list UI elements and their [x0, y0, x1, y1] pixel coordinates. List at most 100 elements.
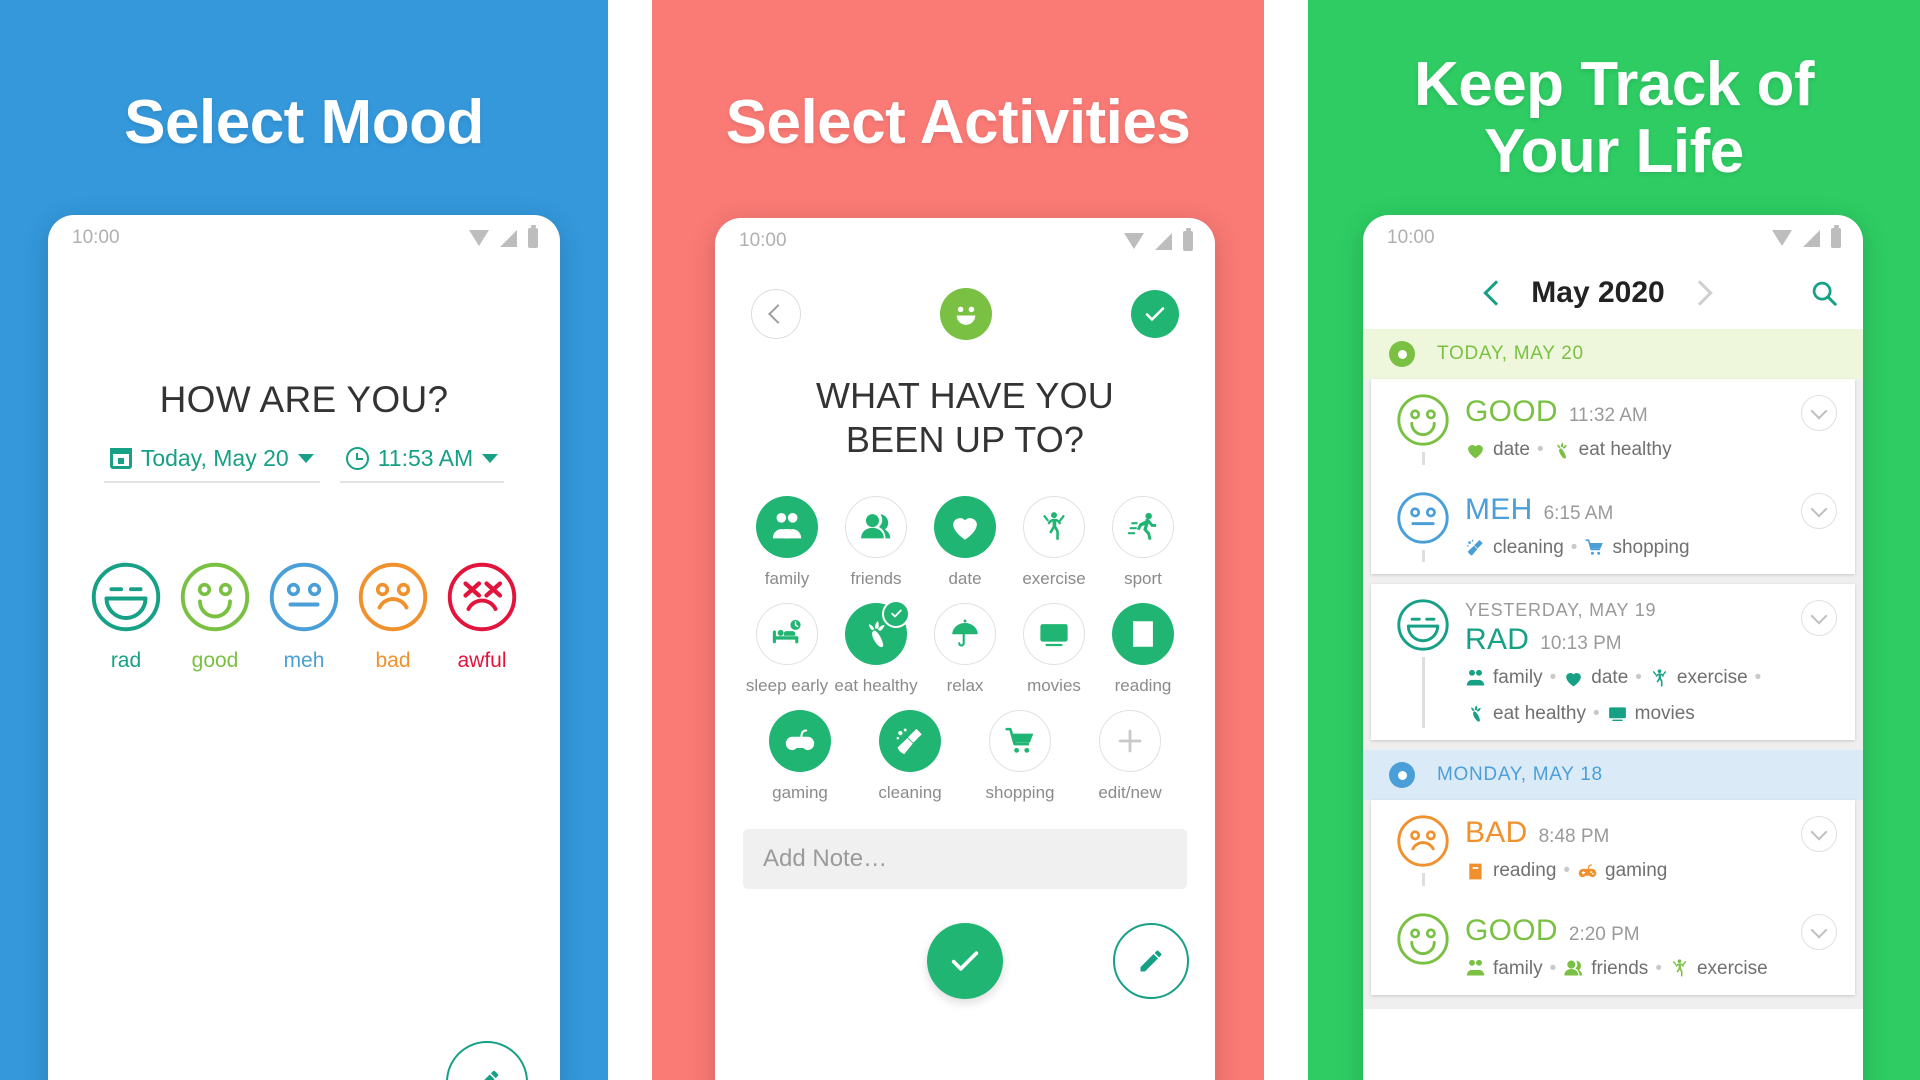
activity-exercise[interactable]: exercise — [1012, 495, 1096, 589]
wifi-icon — [1124, 233, 1144, 249]
panel-title-line: Keep Track of — [1413, 50, 1815, 119]
date-picker[interactable]: Today, May 20 — [103, 445, 320, 483]
panel-title-keep-track: Keep Track of Your Life — [1308, 50, 1920, 186]
activity-label: eat healthy — [834, 675, 918, 695]
timeline-connector — [1421, 873, 1425, 886]
panel-title-line: Your Life — [1484, 116, 1744, 186]
activity-bubble — [845, 495, 907, 558]
activity-label: sport — [1124, 568, 1162, 588]
mood-option-label: rad — [110, 649, 142, 672]
datetime-pickers: Today, May 20 11:53 AM — [74, 445, 534, 483]
entry-tag-label: date — [1591, 667, 1629, 688]
activity-family[interactable]: family — [745, 495, 829, 589]
tag-separator: • — [1635, 667, 1642, 688]
entry-tags: family • date • exercise • eat healthy • — [1465, 664, 1837, 728]
activity-label: family — [764, 568, 810, 588]
entry-expand-button[interactable] — [1801, 600, 1837, 636]
time-picker[interactable]: 11:53 AM — [339, 445, 505, 483]
edit-fab-button[interactable] — [446, 1041, 528, 1080]
timeline-entry[interactable]: YESTERDAY, MAY 19 RAD 10:13 PM family • … — [1371, 584, 1855, 740]
tag-separator: • — [1655, 957, 1662, 979]
activity-bubble — [989, 709, 1051, 772]
timeline-entry[interactable]: BAD 8:48 PM reading • gaming — [1371, 800, 1855, 898]
mood-option-good[interactable]: good — [173, 561, 257, 673]
mood-option-awful[interactable]: awful — [440, 561, 524, 673]
tag-separator: • — [1754, 667, 1762, 688]
entry-tag-label: gaming — [1605, 860, 1668, 881]
bed-clock-icon — [772, 619, 801, 644]
activity-label: exercise — [1022, 568, 1086, 588]
timeline-entry[interactable]: MEH 6:15 AM cleaning • shopping — [1371, 477, 1855, 575]
signal-icon — [500, 229, 517, 247]
save-fab-button[interactable] — [927, 922, 1003, 999]
chevron-left-icon[interactable] — [1483, 280, 1510, 306]
note-input[interactable]: Add Note… — [743, 828, 1187, 889]
back-button[interactable] — [751, 289, 801, 339]
search-icon[interactable] — [1809, 278, 1839, 308]
selected-mood-chip[interactable] — [940, 288, 992, 340]
activity-sport[interactable]: sport — [1101, 495, 1185, 589]
meh-face — [268, 561, 340, 633]
phone-mockup-mood: 10:00 HOW ARE YOU? Today, May 20 11:53 A… — [48, 215, 560, 1080]
chevron-down-icon — [1810, 500, 1828, 517]
activity-relax[interactable]: relax — [923, 602, 1007, 696]
selected-check-badge — [882, 599, 910, 628]
entry-time: 11:32 AM — [1568, 405, 1648, 426]
activity-cleaning[interactable]: cleaning — [868, 709, 952, 803]
activity-label: reading — [1114, 675, 1172, 695]
mood-option-label: awful — [457, 649, 507, 672]
activity-edit-new[interactable]: edit/new — [1088, 709, 1172, 803]
chevron-down-icon — [1810, 921, 1828, 938]
entry-tag: date — [1465, 436, 1530, 465]
timeline-entry[interactable]: GOOD 2:20 PM family • friends • exercise — [1371, 898, 1855, 996]
mood-selector: rad good meh bad awful — [74, 561, 534, 673]
activity-label: shopping — [985, 782, 1055, 802]
panel-title-select-activities: Select Activities — [725, 88, 1191, 157]
timeline-entry[interactable]: GOOD 11:32 AM date • eat healthy — [1371, 379, 1855, 477]
mood-option-meh[interactable]: meh — [262, 561, 346, 673]
edit-fab-button[interactable] — [1113, 922, 1189, 999]
activity-date[interactable]: date — [923, 495, 1007, 589]
tag-separator: • — [1563, 860, 1571, 881]
mood-option-label: bad — [375, 649, 411, 672]
activity-reading[interactable]: reading — [1101, 602, 1185, 696]
mood-option-rad[interactable]: rad — [84, 561, 168, 673]
exercise-icon — [1652, 669, 1666, 687]
activity-sleep-early[interactable]: sleep early — [745, 602, 829, 696]
entry-tag: friends — [1563, 955, 1648, 984]
day-dot-icon — [1389, 341, 1415, 367]
entry-face-column — [1393, 912, 1453, 984]
mood-option-bad[interactable]: bad — [351, 561, 435, 673]
day-dot-icon — [1389, 762, 1415, 788]
activity-shopping[interactable]: shopping — [978, 709, 1062, 803]
gamepad-icon — [785, 729, 815, 750]
entry-time: 6:15 AM — [1543, 502, 1614, 524]
activity-friends[interactable]: friends — [834, 495, 918, 589]
timeline-connector — [1421, 657, 1425, 728]
good-face-icon — [180, 562, 250, 632]
entry-expand-button[interactable] — [1801, 816, 1837, 852]
activity-grid: family friends date exercise sport sleep… — [715, 495, 1215, 803]
activity-eat-healthy[interactable]: eat healthy — [834, 599, 918, 696]
confirm-button[interactable] — [1131, 290, 1179, 338]
activities-action-row — [715, 922, 1215, 999]
cart-icon — [1585, 539, 1604, 556]
entry-time: 2:20 PM — [1568, 923, 1640, 945]
entry-tag: eat healthy — [1551, 436, 1672, 465]
page-title: WHAT HAVE YOU BEEN UP TO? — [715, 374, 1215, 462]
entry-expand-button[interactable] — [1801, 492, 1837, 529]
activity-gaming[interactable]: gaming — [758, 709, 842, 803]
rad-face-icon — [91, 562, 161, 632]
entry-expand-button[interactable] — [1801, 913, 1837, 950]
entry-expand-button[interactable] — [1801, 395, 1837, 431]
chevron-right-icon[interactable] — [1686, 280, 1713, 306]
page-title: HOW ARE YOU? — [159, 379, 449, 420]
activity-bubble — [934, 602, 996, 665]
activity-label: date — [948, 568, 982, 588]
activity-bubble — [756, 602, 818, 665]
page-title-line2: BEEN UP TO? — [845, 418, 1085, 460]
timeline-card: BAD 8:48 PM reading • gaming GOOD 2:20 P… — [1371, 800, 1855, 995]
clock-icon — [345, 447, 369, 470]
entry-mood-name: GOOD — [1465, 913, 1558, 947]
activity-movies[interactable]: movies — [1012, 602, 1096, 696]
